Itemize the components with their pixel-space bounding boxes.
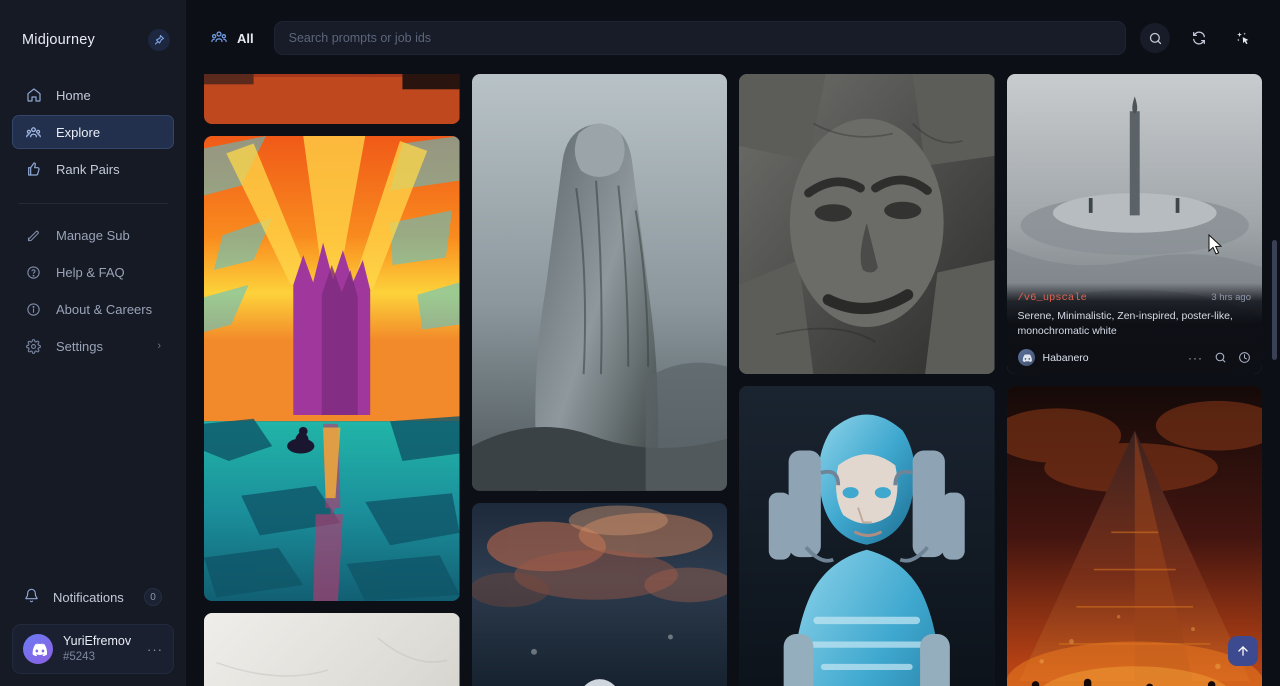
overlay-footer: Habanero ··· <box>1018 349 1252 366</box>
scroll-to-top-button[interactable] <box>1228 636 1258 666</box>
sidebar: Midjourney Home <box>0 0 186 686</box>
sidebar-item-explore[interactable]: Explore <box>12 115 174 149</box>
brand-row: Midjourney <box>0 12 186 68</box>
image-card[interactable] <box>1007 386 1263 686</box>
artwork-psychedelic-castle <box>204 136 460 601</box>
artwork-marble-face <box>204 613 460 686</box>
sidebar-item-label: Help & FAQ <box>56 265 125 280</box>
chevron-right-icon: › <box>157 340 161 352</box>
zoom-search-icon[interactable] <box>1214 351 1227 364</box>
grid-column <box>204 74 460 686</box>
avatar <box>1018 349 1035 366</box>
sidebar-divider <box>18 203 168 204</box>
sidebar-item-label: Settings <box>56 339 103 354</box>
search-icon[interactable] <box>1140 23 1170 53</box>
image-card[interactable] <box>739 74 995 374</box>
user-meta: YuriEfremov #5243 <box>63 634 131 664</box>
image-card[interactable] <box>472 74 728 491</box>
nav-secondary: Manage Sub Help & FAQ About & Careers <box>0 218 186 366</box>
search-bar[interactable] <box>274 21 1126 55</box>
artwork-street-scene <box>204 74 460 124</box>
image-grid-scroll-area[interactable]: /v6_upscale 3 hrs ago Serene, Minimalist… <box>186 74 1280 686</box>
prompt-text: Serene, Minimalistic, Zen-inspired, post… <box>1018 309 1252 339</box>
topbar: All <box>186 10 1280 66</box>
discord-avatar <box>23 634 53 664</box>
home-icon <box>25 87 42 104</box>
image-grid: /v6_upscale 3 hrs ago Serene, Minimalist… <box>186 74 1280 686</box>
image-card[interactable] <box>472 503 728 686</box>
user-more-icon[interactable]: ··· <box>147 642 163 657</box>
sidebar-item-settings[interactable]: Settings › <box>12 329 174 363</box>
app-root: Midjourney Home <box>0 0 1280 686</box>
image-card[interactable] <box>204 136 460 601</box>
sidebar-footer: Notifications 0 YuriEfremov #5243 ··· <box>0 580 186 686</box>
grid-column: /v6_upscale 3 hrs ago Serene, Minimalist… <box>1007 74 1263 686</box>
refresh-icon[interactable] <box>1184 23 1214 53</box>
info-icon <box>25 301 42 318</box>
notifications-badge: 0 <box>144 588 162 606</box>
image-card-with-overlay[interactable]: /v6_upscale 3 hrs ago Serene, Minimalist… <box>1007 74 1263 374</box>
filter-all-label: All <box>237 31 254 46</box>
notifications-row[interactable]: Notifications 0 <box>12 580 174 614</box>
grid-column <box>472 74 728 686</box>
sidebar-item-home[interactable]: Home <box>12 78 174 112</box>
nav-primary: Home Explore <box>0 68 186 189</box>
author-name[interactable]: Habanero <box>1043 352 1089 364</box>
user-name: YuriEfremov <box>63 634 131 650</box>
pin-icon[interactable] <box>148 29 170 51</box>
sidebar-item-label: Rank Pairs <box>56 162 120 177</box>
artwork-cyborg-woman <box>739 386 995 686</box>
sidebar-item-about-careers[interactable]: About & Careers <box>12 292 174 326</box>
timestamp: 3 hrs ago <box>1211 292 1251 303</box>
main-content: All <box>186 0 1280 686</box>
user-tag: #5243 <box>63 650 131 664</box>
sparkle-cursor-icon[interactable] <box>1228 23 1258 53</box>
app-title: Midjourney <box>22 32 95 48</box>
artwork-underwater-astronaut <box>472 503 728 686</box>
artwork-stone-face <box>739 74 995 374</box>
community-icon <box>210 28 228 49</box>
sidebar-item-label: Home <box>56 88 91 103</box>
overlay-actions: ··· <box>1188 351 1251 365</box>
filter-all-button[interactable]: All <box>204 24 260 53</box>
thumbs-up-icon <box>25 161 42 178</box>
image-card[interactable] <box>204 613 460 686</box>
sidebar-item-rank-pairs[interactable]: Rank Pairs <box>12 152 174 186</box>
artwork-cloaked-figure <box>472 74 728 491</box>
sidebar-item-help-faq[interactable]: Help & FAQ <box>12 255 174 289</box>
community-icon <box>25 124 42 141</box>
image-info-overlay: /v6_upscale 3 hrs ago Serene, Minimalist… <box>1007 283 1263 374</box>
sidebar-item-label: Explore <box>56 125 100 140</box>
bell-icon <box>24 588 39 606</box>
image-card[interactable] <box>739 386 995 686</box>
command-tag[interactable]: /v6_upscale <box>1018 292 1087 304</box>
user-profile-card[interactable]: YuriEfremov #5243 ··· <box>12 624 174 674</box>
sidebar-item-manage-sub[interactable]: Manage Sub <box>12 218 174 252</box>
edit-icon <box>25 227 42 244</box>
search-input[interactable] <box>289 31 1111 45</box>
question-icon <box>25 264 42 281</box>
sidebar-item-label: About & Careers <box>56 302 152 317</box>
notifications-label: Notifications <box>53 590 124 605</box>
sidebar-item-label: Manage Sub <box>56 228 130 243</box>
more-icon[interactable]: ··· <box>1188 351 1203 365</box>
history-clock-icon[interactable] <box>1238 351 1251 364</box>
grid-column <box>739 74 995 686</box>
vertical-scrollbar[interactable] <box>1272 240 1277 360</box>
gear-icon <box>25 338 42 355</box>
overlay-header: /v6_upscale 3 hrs ago <box>1018 292 1252 304</box>
artwork-fire-pyramid <box>1007 386 1263 686</box>
image-card[interactable] <box>204 74 460 124</box>
